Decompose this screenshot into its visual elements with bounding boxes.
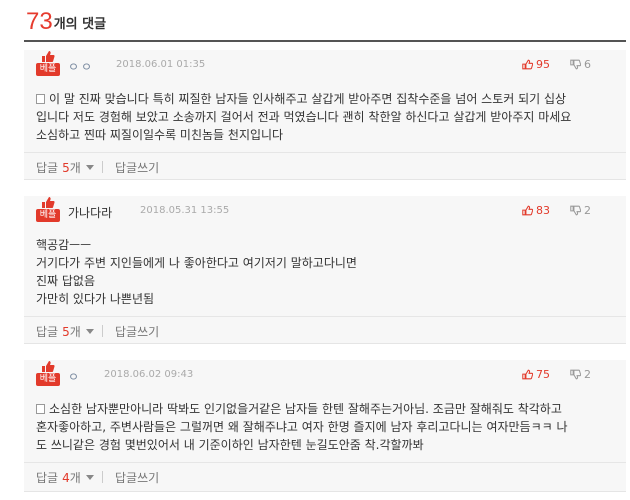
document-icon <box>36 404 45 414</box>
upvote-button[interactable]: 95 <box>522 58 550 71</box>
downvote-button[interactable]: 2 <box>570 368 591 381</box>
comment-meta: 베플 ㅇ 2018.06.02 09:43 75 2 <box>34 360 616 390</box>
replies-toggle[interactable]: 답글 5개 <box>36 159 94 176</box>
thumbs-up-icon <box>42 51 55 62</box>
reply-count-unit: 개 <box>69 161 81 175</box>
reply-count: 5 <box>62 160 70 175</box>
document-icon <box>36 94 45 104</box>
comment-item: 베플 가나다라 2018.05.31 13:55 83 2 핵공감ㅡㅡ 거기다가… <box>24 196 626 344</box>
comment-line: 입니다 저도 경험해 보았고 소송까지 걸어서 전과 먹였습니다 괜히 착한알 … <box>36 110 572 124</box>
replies-label: 답글 <box>36 161 59 175</box>
comment-item: 베플 ㅇㅇ 2018.06.01 01:35 95 6 이 말 진짜 맞습니다 … <box>24 50 626 180</box>
comment-body: 소심한 남자뿐만아니라 딱봐도 인기없을거같은 남자들 한텐 잘해주는거아님. … <box>36 400 616 454</box>
thumbs-up-icon <box>522 205 533 216</box>
reply-count: 4 <box>62 470 70 485</box>
comment-date: 2018.06.02 09:43 <box>104 369 194 380</box>
reply-count-unit: 개 <box>69 325 81 339</box>
comment-line: 혼자좋아하고, 주변사람들은 그럴꺼면 왜 잘해주냐고 여자 한명 즐지에 남자… <box>36 420 568 434</box>
chevron-down-icon <box>85 165 94 170</box>
best-comment-badge: 베플 <box>36 196 60 224</box>
comment-item: 베플 ㅇ 2018.06.02 09:43 75 2 소심한 남자뿐만아니라 딱… <box>24 360 626 492</box>
upvote-button[interactable]: 83 <box>522 204 550 217</box>
author-name[interactable]: 가나다라 <box>68 204 112 221</box>
replies-toggle[interactable]: 답글 4개 <box>36 469 94 486</box>
thumbs-down-icon <box>570 59 581 70</box>
best-tag: 베플 <box>36 373 60 386</box>
comment-body: 이 말 진짜 맞습니다 특히 찌질한 남자들 인사해주고 살갑게 받아주면 집착… <box>36 90 616 144</box>
replies-label: 답글 <box>36 471 59 485</box>
comment-actions: 답글 5개 답글쓰기 <box>24 316 626 344</box>
comment-line: 소심한 남자뿐만아니라 딱봐도 인기없을거같은 남자들 한텐 잘해주는거아님. … <box>49 402 562 416</box>
author-name[interactable]: ㅇㅇ <box>68 58 94 75</box>
comment-line: 도 쓰니같은 경험 몇번있어서 내 기준이하인 남자한텐 눈길도안줌 착.각할까… <box>36 438 424 452</box>
comment-line: 이 말 진짜 맞습니다 특히 찌질한 남자들 인사해주고 살갑게 받아주면 집착… <box>49 92 567 106</box>
header-divider <box>24 40 626 42</box>
comment-count-label: 개의 댓글 <box>53 17 107 32</box>
comment-date: 2018.06.01 01:35 <box>116 59 206 70</box>
thumbs-down-icon <box>570 205 581 216</box>
comment-line: 진짜 답없음 <box>36 274 96 288</box>
thumbs-up-icon <box>522 369 533 380</box>
downvote-button[interactable]: 2 <box>570 204 591 217</box>
upvote-count: 75 <box>536 368 550 381</box>
comment-count: 73 <box>26 8 53 35</box>
divider <box>102 325 103 337</box>
comment-line: 거기다가 주변 지인들에게 나 좋아한다고 여기저기 말하고다니면 <box>36 256 357 270</box>
comment-actions: 답글 5개 답글쓰기 <box>24 152 626 180</box>
comment-line: 핵공감ㅡㅡ <box>36 238 92 252</box>
upvote-count: 95 <box>536 58 550 71</box>
divider <box>102 161 103 173</box>
write-reply-link[interactable]: 답글쓰기 <box>115 159 159 176</box>
write-reply-link[interactable]: 답글쓰기 <box>115 323 159 340</box>
downvote-button[interactable]: 6 <box>570 58 591 71</box>
write-reply-link[interactable]: 답글쓰기 <box>115 469 159 486</box>
reply-count: 5 <box>62 324 70 339</box>
comment-line: 가만히 있다가 나쁜년됨 <box>36 292 155 306</box>
thumbs-up-icon <box>42 361 55 372</box>
comment-actions: 답글 4개 답글쓰기 <box>24 462 626 490</box>
thumbs-up-icon <box>522 59 533 70</box>
downvote-count: 2 <box>584 204 591 217</box>
comment-meta: 베플 가나다라 2018.05.31 13:55 83 2 <box>34 196 616 226</box>
comment-body: 핵공감ㅡㅡ 거기다가 주변 지인들에게 나 좋아한다고 여기저기 말하고다니면 … <box>36 236 616 308</box>
chevron-down-icon <box>85 329 94 334</box>
thumbs-down-icon <box>570 369 581 380</box>
author-name[interactable]: ㅇ <box>68 368 81 385</box>
best-tag: 베플 <box>36 209 60 222</box>
comment-date: 2018.05.31 13:55 <box>140 205 230 216</box>
comment-line: 소심하고 찐따 찌질이일수록 미친놈들 천지입니다 <box>36 128 284 142</box>
downvote-count: 2 <box>584 368 591 381</box>
replies-toggle[interactable]: 답글 5개 <box>36 323 94 340</box>
best-comment-badge: 베플 <box>36 50 60 78</box>
replies-label: 답글 <box>36 325 59 339</box>
divider <box>102 471 103 483</box>
thumbs-up-icon <box>42 197 55 208</box>
best-tag: 베플 <box>36 63 60 76</box>
reply-count-unit: 개 <box>69 471 81 485</box>
comment-meta: 베플 ㅇㅇ 2018.06.01 01:35 95 6 <box>34 50 616 80</box>
downvote-count: 6 <box>584 58 591 71</box>
chevron-down-icon <box>85 475 94 480</box>
comments-header: 73 개의 댓글 <box>26 6 106 36</box>
best-comment-badge: 베플 <box>36 360 60 388</box>
upvote-count: 83 <box>536 204 550 217</box>
upvote-button[interactable]: 75 <box>522 368 550 381</box>
